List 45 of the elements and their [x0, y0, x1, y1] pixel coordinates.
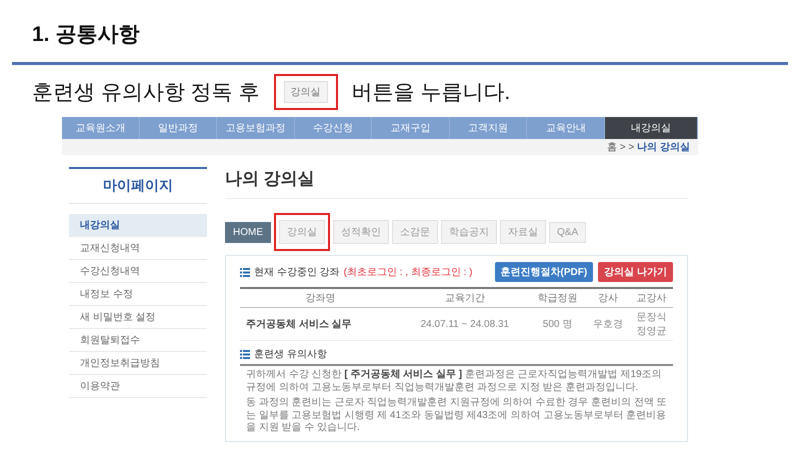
table-cell: 24.07.11 ~ 24.08.31	[400, 308, 529, 340]
column-header: 강사	[586, 288, 630, 308]
tab[interactable]: Q&A	[549, 222, 586, 242]
column-header: 교강사	[630, 288, 673, 308]
tab[interactable]: 학습공지	[441, 220, 497, 244]
sidebar-item[interactable]: 교재신청내역	[69, 237, 207, 260]
sidebar-item[interactable]: 내정보 수정	[69, 283, 207, 306]
classroom-button[interactable]: 강의실	[284, 81, 328, 103]
breadcrumb-current: 나의 강의실	[637, 141, 690, 154]
table-cell: 500 명	[528, 308, 586, 340]
instruction-text: 훈련생 유의사항 정독 후	[32, 80, 260, 106]
exit-button[interactable]: 강의실 나가기	[598, 262, 673, 282]
tab[interactable]: 자료실	[500, 220, 546, 244]
table-cell: 주거공동체 서비스 실무	[240, 308, 401, 340]
sidebar-title: 마이페이지	[69, 167, 207, 204]
tab[interactable]: 성적확인	[333, 220, 389, 244]
pdf-button[interactable]: 훈련진행절차(PDF)	[494, 262, 594, 282]
tab[interactable]: 소감문	[392, 220, 438, 244]
section-heading: 훈련생 유의사항	[254, 348, 327, 361]
list-icon	[240, 268, 250, 276]
notice-paragraph: 동 과정의 훈련비는 근로자 직업능력개발훈련 지원규정에 의하여 수료한 경우 훈련비의 전액 또는 일부를 고용보험법 시행령 제 41조와 동일법령 제43조에 의하여 고용노동부로부터 훈련비용을 지원 받을 수 있습니다.	[246, 397, 668, 434]
tab[interactable]: 강의실	[279, 220, 325, 244]
sidebar-item[interactable]: 내강의실	[69, 214, 207, 237]
breadcrumb-separator: > >	[620, 142, 634, 152]
instruction-text: 버튼을 누릅니다.	[352, 80, 510, 106]
sidebar-item[interactable]: 개인정보취급방침	[69, 352, 207, 375]
page-title: 나의 강의실	[225, 167, 688, 199]
nav-item[interactable]: 내강의실	[605, 117, 698, 139]
table-cell: 우호경	[586, 308, 630, 340]
sidebar-item[interactable]: 회원탈퇴접수	[69, 329, 207, 352]
table-cell-text: 정영균	[635, 325, 668, 338]
list-icon	[240, 350, 250, 358]
column-header: 학급정원	[528, 288, 586, 308]
breadcrumb-home[interactable]: 홈	[606, 140, 617, 154]
sidebar-item[interactable]: 이용약관	[69, 375, 207, 398]
column-header: 강좌명	[240, 288, 401, 308]
tab[interactable]: HOME	[225, 222, 271, 242]
notice-paragraph: 귀하께서 수강 신청한 [ 주거공동체 서비스 실무 ] 훈련과정은 근로자직업능력개발법 제19조의 규정에 의하여 고용노동부로부터 직업능력개발훈련 과정으로 지정 받은 훈련과정입니다.	[246, 369, 663, 394]
section-heading: 현재 수강중인 강좌	[254, 266, 340, 279]
login-info: (최초로그인 : , 최종로그인 : )	[344, 266, 472, 279]
table-cell-text: 문장식	[635, 311, 668, 324]
column-header: 교육기간	[400, 288, 529, 308]
sidebar-item[interactable]: 새 비밀번호 설정	[69, 306, 207, 329]
sidebar-item[interactable]: 수강신청내역	[69, 260, 207, 283]
section-title: 1. 공통사항	[31, 22, 140, 48]
